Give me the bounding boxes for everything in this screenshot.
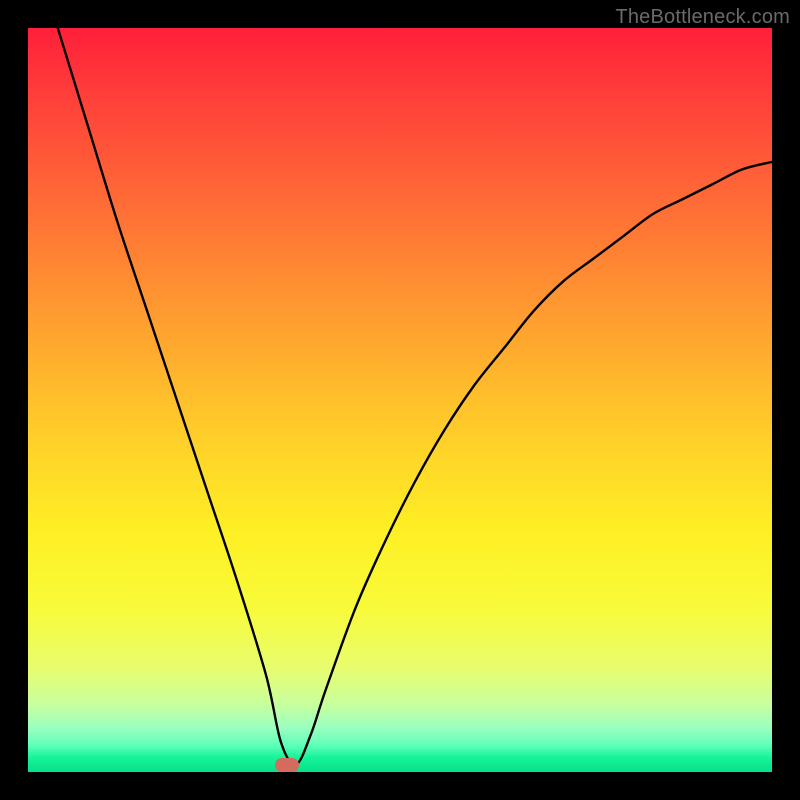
bottleneck-curve [28, 28, 772, 772]
plot-area [28, 28, 772, 772]
minimum-marker [275, 758, 299, 772]
chart-frame: TheBottleneck.com [0, 0, 800, 800]
watermark-text: TheBottleneck.com [615, 6, 790, 29]
